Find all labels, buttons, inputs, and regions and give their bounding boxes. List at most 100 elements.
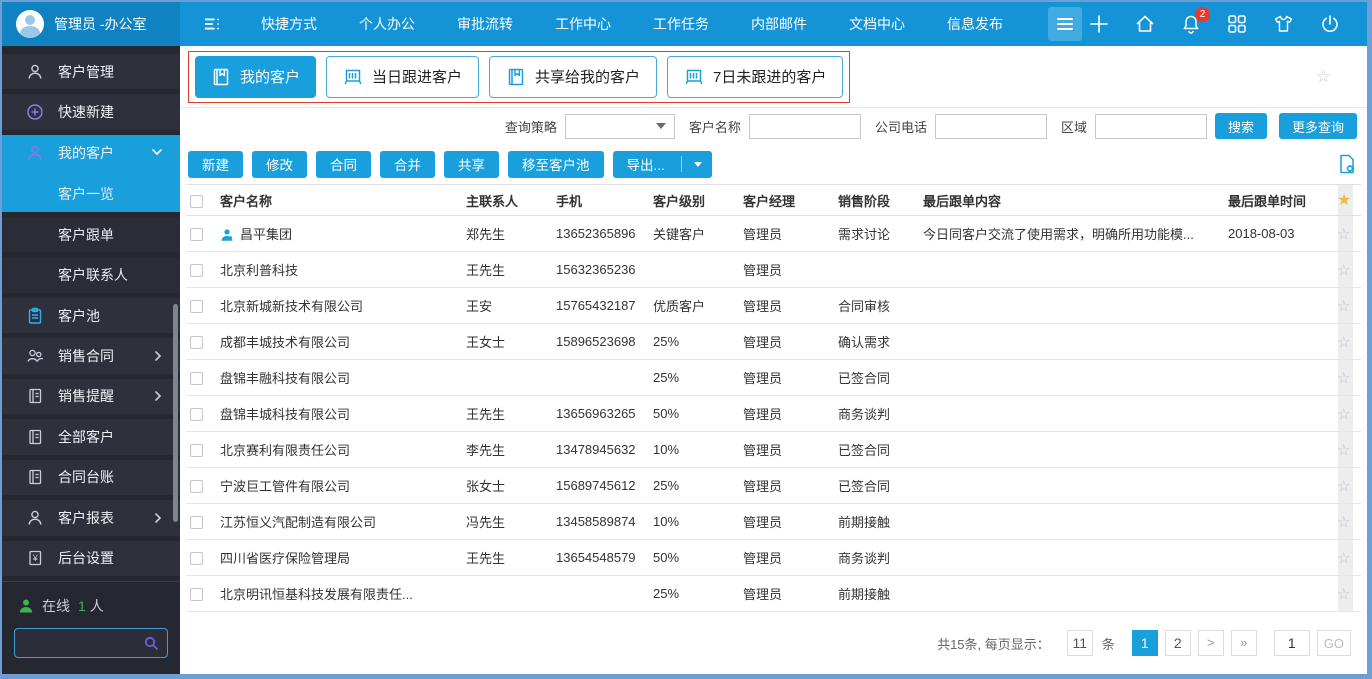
- file-settings-icon[interactable]: [1337, 153, 1357, 175]
- table-row[interactable]: 盘锦丰城科技有限公司 王先生 13656963265 50% 管理员 商务谈判 …: [186, 395, 1361, 432]
- cell-level: 10%: [649, 503, 739, 540]
- sidebar-item-customer-contacts[interactable]: 客户联系人: [2, 257, 180, 293]
- page-size-box[interactable]: 11: [1066, 630, 1093, 656]
- sidebar-item-sales-contracts[interactable]: 销售合同: [2, 338, 180, 374]
- topbar-menu-item[interactable]: 审批流转: [436, 2, 534, 46]
- sidebar-search-input[interactable]: [15, 635, 135, 651]
- table-row[interactable]: 四川省医疗保险管理局 王先生 13654548579 50% 管理员 商务谈判 …: [186, 539, 1361, 576]
- power-icon[interactable]: [1319, 13, 1341, 35]
- toolbar-button[interactable]: 共享: [444, 150, 499, 178]
- star-outline-icon[interactable]: ☆: [1337, 370, 1350, 387]
- star-outline-icon[interactable]: ☆: [1337, 406, 1350, 423]
- bell-icon[interactable]: 2: [1180, 7, 1210, 35]
- sidebar-item-my-customers[interactable]: 我的客户: [2, 135, 180, 171]
- topbar-menu-item[interactable]: 文档中心: [828, 2, 926, 46]
- plus-icon[interactable]: [1088, 13, 1110, 35]
- cell-stage: [834, 251, 919, 288]
- row-checkbox[interactable]: [190, 372, 203, 386]
- topbar-menu-item[interactable]: 内部邮件: [730, 2, 828, 46]
- sidebar-item-backend-settings[interactable]: ¥ 后台设置: [2, 540, 180, 576]
- sidebar-item-sales-reminder[interactable]: 销售提醒: [2, 378, 180, 415]
- star-outline-icon[interactable]: ☆: [1337, 514, 1350, 531]
- star-outline-icon[interactable]: ☆: [1337, 298, 1350, 315]
- row-checkbox[interactable]: [190, 480, 203, 494]
- export-dropdown-button[interactable]: 导出...: [612, 150, 712, 178]
- toolbar-button[interactable]: 修改: [252, 150, 307, 178]
- nav-list-icon[interactable]: [202, 13, 224, 35]
- go-button[interactable]: GO: [1316, 630, 1351, 656]
- row-checkbox[interactable]: [190, 444, 203, 458]
- favorite-star-icon[interactable]: ☆: [1316, 67, 1331, 87]
- row-checkbox[interactable]: [190, 264, 203, 278]
- toolbar-button[interactable]: 合并: [380, 150, 435, 178]
- cell-mobile: [552, 575, 649, 612]
- home-icon[interactable]: [1134, 13, 1156, 35]
- sidebar-item-quick-create[interactable]: 快速新建: [2, 94, 180, 130]
- page-button-2[interactable]: 2: [1164, 630, 1191, 656]
- search-icon[interactable]: [135, 635, 167, 651]
- apps-grid-icon[interactable]: [1226, 13, 1248, 35]
- row-checkbox[interactable]: [190, 336, 203, 350]
- star-outline-icon[interactable]: ☆: [1337, 226, 1350, 243]
- topbar-menu-item[interactable]: 个人办公: [338, 2, 436, 46]
- star-outline-icon[interactable]: ☆: [1337, 586, 1350, 603]
- tab-shared-with-me[interactable]: 共享给我的客户: [489, 55, 658, 98]
- hamburger-menu-icon[interactable]: [1048, 7, 1082, 41]
- table-row[interactable]: 北京明讯恒基科技发展有限责任... 25% 管理员 前期接触 ☆: [186, 575, 1361, 612]
- region-input[interactable]: [1094, 113, 1207, 139]
- table-row[interactable]: 宁波巨工管件有限公司 张女士 15689745612 25% 管理员 已签合同 …: [186, 467, 1361, 504]
- topbar-menu-item[interactable]: 工作中心: [534, 2, 632, 46]
- sidebar-item-customer-reports[interactable]: 客户报表: [2, 500, 180, 536]
- search-button[interactable]: 搜索: [1214, 113, 1267, 139]
- row-checkbox[interactable]: [190, 552, 203, 566]
- sidebar-item-all-customers[interactable]: 全部客户: [2, 419, 180, 455]
- sidebar-item-contract-ledger[interactable]: 合同台账: [2, 459, 180, 496]
- last-page-button[interactable]: »: [1230, 630, 1257, 656]
- sidebar-scrollbar[interactable]: [173, 304, 178, 522]
- sidebar-item-customer-followup[interactable]: 客户跟单: [2, 216, 180, 253]
- select-all-checkbox[interactable]: [190, 194, 203, 208]
- topbar-menu-item[interactable]: 工作任务: [632, 2, 730, 46]
- toolbar-button[interactable]: 移至客户池: [508, 150, 604, 178]
- table-row[interactable]: 北京赛利有限责任公司 李先生 13478945632 10% 管理员 已签合同 …: [186, 431, 1361, 468]
- table-row[interactable]: 北京新城新技术有限公司 王安 15765432187 优质客户 管理员 合同审核…: [186, 287, 1361, 324]
- row-checkbox[interactable]: [190, 228, 203, 242]
- sidebar-item-customer-overview[interactable]: 客户一览: [2, 176, 180, 212]
- row-checkbox[interactable]: [190, 408, 203, 422]
- tab-7day-no-followup[interactable]: 7日未跟进的客户: [667, 55, 844, 98]
- next-page-button[interactable]: >: [1197, 630, 1224, 656]
- sidebar-item-customer-management[interactable]: 客户管理: [2, 54, 180, 90]
- tshirt-icon[interactable]: [1272, 13, 1295, 35]
- star-outline-icon[interactable]: ☆: [1337, 334, 1350, 351]
- table-row[interactable]: 成都丰城技术有限公司 王女士 15896523698 25% 管理员 确认需求 …: [186, 323, 1361, 360]
- star-filled-icon[interactable]: ★: [1337, 192, 1351, 209]
- table-row[interactable]: 盘锦丰融科技有限公司 25% 管理员 已签合同 ☆: [186, 359, 1361, 396]
- row-checkbox[interactable]: [190, 300, 203, 314]
- sidebar-item-customer-pool[interactable]: 客户池: [2, 297, 180, 334]
- table-row[interactable]: 昌平集团 郑先生 13652365896 关键客户 管理员 需求讨论 今日同客户…: [186, 215, 1361, 252]
- page-button-1[interactable]: 1: [1131, 630, 1158, 656]
- strategy-select[interactable]: [564, 113, 675, 139]
- star-outline-icon[interactable]: ☆: [1337, 550, 1350, 567]
- user-panel[interactable]: 管理员 -办公室: [2, 2, 180, 46]
- cell-manager: 管理员: [739, 431, 834, 468]
- star-outline-icon[interactable]: ☆: [1337, 478, 1350, 495]
- topbar-menu-item[interactable]: 信息发布: [926, 2, 1024, 46]
- tab-label: 当日跟进客户: [372, 69, 463, 86]
- toolbar-button[interactable]: 合同: [316, 150, 371, 178]
- toolbar-button[interactable]: 新建: [188, 150, 243, 178]
- tab-my-customers[interactable]: 我的客户: [195, 55, 317, 98]
- row-checkbox[interactable]: [190, 516, 203, 530]
- table-row[interactable]: 江苏恒义汽配制造有限公司 冯先生 13458589874 10% 管理员 前期接…: [186, 503, 1361, 540]
- company-phone-input[interactable]: [934, 113, 1047, 139]
- row-checkbox[interactable]: [190, 588, 203, 602]
- star-outline-icon[interactable]: ☆: [1337, 262, 1350, 279]
- more-search-button[interactable]: 更多查询: [1278, 113, 1357, 139]
- tab-today-followup[interactable]: 当日跟进客户: [326, 55, 480, 98]
- customer-name-input[interactable]: [748, 113, 861, 139]
- topbar-menu-item[interactable]: 快捷方式: [240, 2, 338, 46]
- star-outline-icon[interactable]: ☆: [1337, 442, 1350, 459]
- cell-manager: 管理员: [739, 467, 834, 504]
- table-row[interactable]: 北京利普科技 王先生 15632365236 管理员 ☆: [186, 251, 1361, 288]
- goto-page-input[interactable]: [1273, 630, 1310, 656]
